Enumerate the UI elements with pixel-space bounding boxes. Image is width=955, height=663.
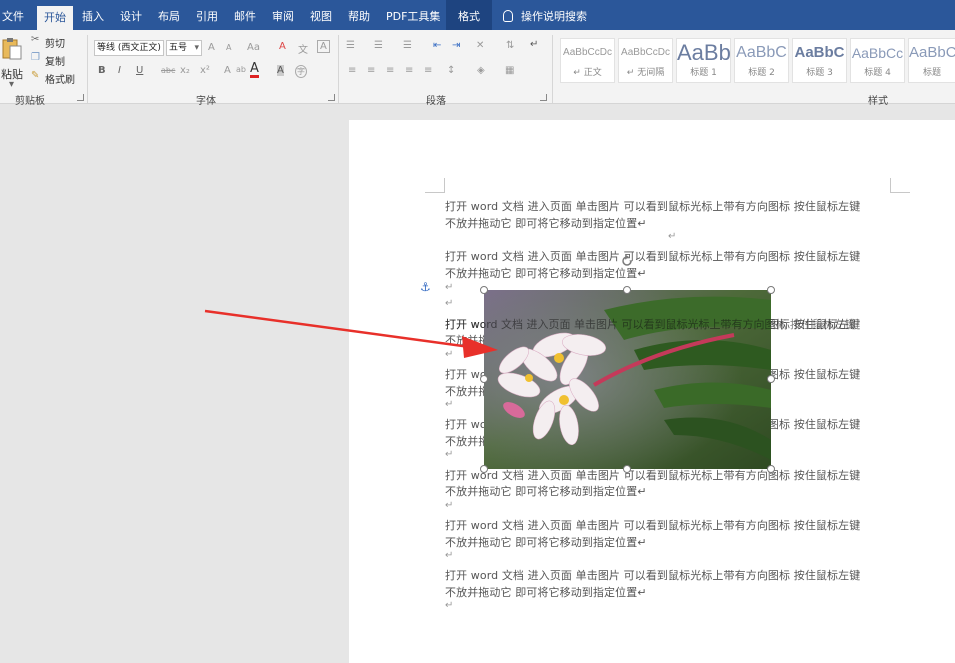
arrow-shaft bbox=[204, 309, 471, 349]
annotation-arrow bbox=[204, 309, 498, 358]
arrow-head bbox=[462, 336, 498, 358]
